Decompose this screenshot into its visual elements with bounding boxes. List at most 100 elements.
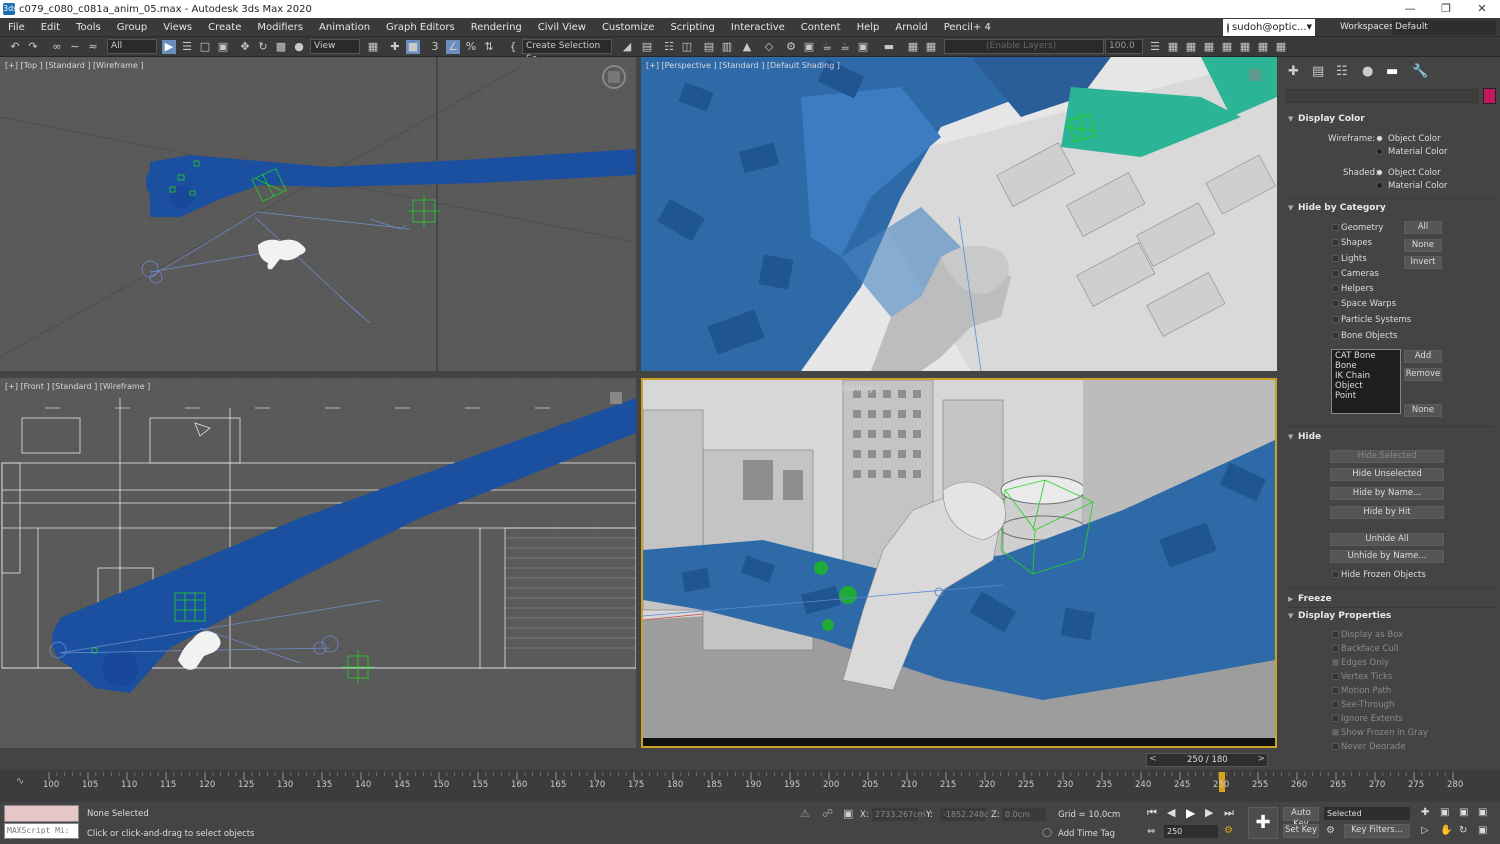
shapes-checkbox[interactable] [1332, 239, 1339, 246]
shaded-material-color-radio[interactable] [1376, 182, 1383, 189]
key-filters-button[interactable]: Key Filters... [1344, 824, 1410, 838]
menu-help[interactable]: Help [849, 18, 888, 37]
menu-interactive[interactable]: Interactive [723, 18, 793, 37]
x-coordinate-field[interactable]: 2733.267cm [872, 808, 925, 821]
curve-editor-icon[interactable]: ▥ [720, 40, 734, 54]
next-key-icon[interactable]: ▶ [1205, 806, 1213, 819]
create-icon[interactable]: ✚ [1288, 64, 1299, 79]
viewport-front[interactable]: [+] [Front ] [Standard ] [Wireframe ] [0, 378, 636, 748]
mirror-icon[interactable]: ◢ [620, 40, 634, 54]
motion-path-checkbox[interactable] [1332, 687, 1339, 694]
maxscript-input[interactable]: MAXScript Mi: [4, 823, 79, 839]
menu-animation[interactable]: Animation [311, 18, 378, 37]
named-selection-dropdown[interactable]: Create Selection Se [522, 39, 612, 64]
layer-tool-icon[interactable]: ▦ [1202, 40, 1216, 54]
toggle-ribbon-icon[interactable]: ▤ [702, 40, 716, 54]
hide-by-name-button[interactable]: Hide by Name... [1330, 487, 1444, 500]
ignore-extents-checkbox[interactable] [1332, 715, 1339, 722]
opacity-spinner[interactable]: 100.0 [1105, 39, 1143, 54]
minimize-icon[interactable]: — [1392, 0, 1428, 18]
isolate-icon[interactable]: ⚠ [800, 807, 810, 820]
utilities-icon[interactable]: 🔧 [1412, 64, 1428, 79]
placement-icon[interactable]: ● [292, 40, 306, 54]
viewport-perspective[interactable]: [+] [Perspective ] [Standard ] [Default … [641, 57, 1277, 371]
auto-key-button[interactable]: Auto Key [1283, 807, 1319, 829]
render-shade-icon[interactable]: ▣ [856, 40, 870, 54]
rollout-display-properties[interactable]: ▼ Display Properties [1288, 611, 1391, 621]
rect-selection-icon[interactable]: □ [198, 40, 212, 54]
menu-file[interactable]: File [0, 18, 33, 37]
render-setup-icon[interactable]: ⚙ [784, 40, 798, 54]
hierarchy-icon[interactable]: ☷ [1336, 64, 1348, 79]
helpers-checkbox[interactable] [1332, 285, 1339, 292]
align-icon[interactable]: ▤ [640, 40, 654, 54]
selection-filter-dropdown[interactable]: All [107, 39, 157, 54]
add-time-tag[interactable]: Add Time Tag [1058, 829, 1115, 839]
hide-frozen-checkbox[interactable] [1332, 571, 1339, 578]
menu-create[interactable]: Create [200, 18, 249, 37]
list-item[interactable]: Point [1335, 391, 1397, 401]
schematic-view-icon[interactable]: ▲ [740, 40, 754, 54]
maxscript-listener-mini[interactable] [4, 805, 79, 822]
menu-customize[interactable]: Customize [594, 18, 663, 37]
maximize-viewport-icon[interactable]: ▣ [1478, 825, 1487, 836]
zoom-all-icon[interactable]: ▣ [1440, 807, 1449, 818]
render-production-icon[interactable]: ☕ [820, 40, 834, 54]
none-list-button[interactable]: None [1404, 404, 1442, 417]
hide-by-hit-button[interactable]: Hide by Hit [1330, 506, 1444, 519]
layer-tool-icon[interactable]: ▦ [1256, 40, 1270, 54]
menu-group[interactable]: Group [109, 18, 155, 37]
list-item[interactable]: IK Chain Object [1335, 371, 1397, 391]
layer-manager-icon[interactable]: ▬ [882, 40, 896, 54]
go-to-end-icon[interactable]: ⏭ [1224, 806, 1234, 820]
pan-icon[interactable]: ✋ [1440, 825, 1452, 836]
window-crossing-icon[interactable]: ▣ [216, 40, 230, 54]
play-icon[interactable]: ▶ [1186, 806, 1195, 820]
rollout-hide-by-category[interactable]: ▼ Hide by Category [1288, 203, 1386, 213]
unhide-all-button[interactable]: Unhide All [1330, 533, 1444, 546]
menu-scripting[interactable]: Scripting [662, 18, 722, 37]
current-frame-field[interactable]: 250 [1164, 825, 1218, 838]
motion-icon[interactable]: ● [1362, 64, 1373, 79]
layer-dropdown[interactable]: (Enable Layers) [944, 39, 1104, 54]
menu-rendering[interactable]: Rendering [463, 18, 530, 37]
viewport-label[interactable]: [+] [cam_c081a_198-290 ] [Standard ] [De… [648, 384, 879, 393]
add-to-layer-icon[interactable]: ▦ [924, 40, 938, 54]
layer-tool-icon[interactable]: ▦ [1220, 40, 1234, 54]
remove-button[interactable]: Remove [1404, 368, 1442, 381]
menu-arnold[interactable]: Arnold [887, 18, 935, 37]
see-through-checkbox[interactable] [1332, 701, 1339, 708]
backface-cull-checkbox[interactable] [1332, 645, 1339, 652]
none-button[interactable]: None [1404, 239, 1442, 252]
edges-only-checkbox[interactable] [1332, 659, 1339, 666]
lock-icon[interactable]: ☍ [822, 807, 833, 820]
select-object-icon[interactable]: ▶ [162, 40, 176, 54]
undo-icon[interactable]: ↶ [8, 40, 22, 54]
z-coordinate-field[interactable]: 0.0cm [1002, 808, 1046, 821]
name-field[interactable] [1286, 89, 1478, 103]
new-layer-icon[interactable]: ▦ [906, 40, 920, 54]
key-mode-icon[interactable]: ⇔ [1147, 826, 1155, 837]
space-warps-checkbox[interactable] [1332, 300, 1339, 307]
unlink-icon[interactable]: ∼ [68, 40, 82, 54]
menu-pencil[interactable]: Pencil+ 4 [936, 18, 999, 37]
prev-key-icon[interactable]: ◀ [1167, 806, 1175, 819]
list-item[interactable]: Bone [1335, 361, 1397, 371]
layer-stack-icon[interactable]: ☰ [1148, 40, 1162, 54]
track-bar[interactable]: ∿ 100 105 110 115 120 125 130 135 140 14… [0, 770, 1500, 802]
unhide-by-name-button[interactable]: Unhide by Name... [1330, 550, 1444, 563]
key-selection-dropdown[interactable]: Selected [1324, 807, 1410, 820]
select-by-name-icon[interactable]: ☰ [180, 40, 194, 54]
keyboard-shortcut-icon[interactable]: ■ [406, 40, 420, 54]
angle-snap-icon[interactable]: ∠ [446, 40, 460, 54]
vertex-ticks-checkbox[interactable] [1332, 673, 1339, 680]
menu-edit[interactable]: Edit [33, 18, 68, 37]
zoom-icon[interactable]: ✚ [1421, 807, 1429, 818]
user-account-dropdown[interactable]: sudoh@optic... ▼ [1223, 19, 1315, 36]
link-icon[interactable]: ∞ [50, 40, 64, 54]
color-swatch[interactable] [1483, 88, 1496, 104]
scale-icon[interactable]: ▩ [274, 40, 288, 54]
wireframe-object-color-radio[interactable] [1376, 135, 1383, 142]
particle-systems-checkbox[interactable] [1332, 316, 1339, 323]
workspace-dropdown[interactable]: Default [1392, 20, 1496, 35]
